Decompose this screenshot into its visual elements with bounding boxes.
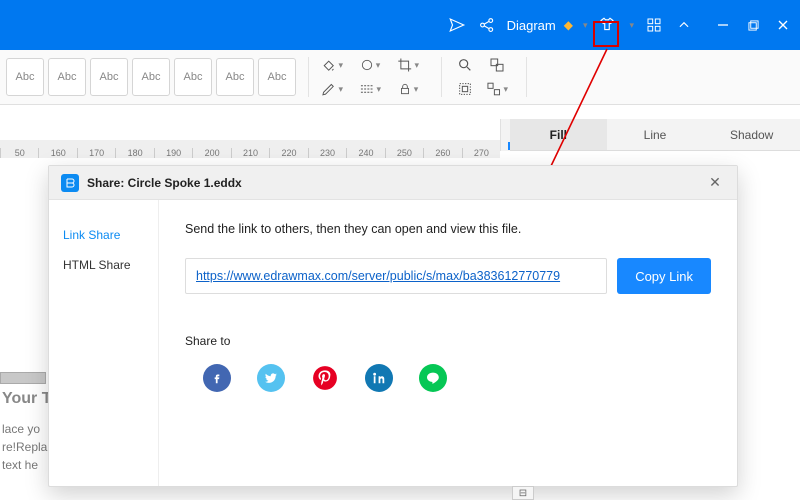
diamond-icon: ◆ bbox=[564, 18, 573, 32]
fill-bucket-icon[interactable]: ▾ bbox=[321, 54, 343, 76]
select-icon[interactable] bbox=[454, 78, 476, 100]
share-dialog: Share: Circle Spoke 1.eddx ✕ Link Share … bbox=[48, 165, 738, 487]
dialog-sidebar: Link Share HTML Share bbox=[49, 200, 159, 486]
pen-icon[interactable]: ▾ bbox=[321, 78, 343, 100]
share-to-label: Share to bbox=[185, 334, 711, 348]
linkedin-icon[interactable] bbox=[365, 364, 393, 392]
ruler: 50 160 170 180 190 200 210 220 230 240 2… bbox=[0, 140, 500, 158]
ruler-tick: 230 bbox=[308, 148, 346, 158]
chevron-down-icon[interactable]: ▾ bbox=[581, 20, 590, 31]
close-dialog-button[interactable]: ✕ bbox=[705, 173, 725, 193]
lock-icon[interactable]: ▾ bbox=[397, 78, 419, 100]
collapse-ribbon-icon[interactable] bbox=[672, 13, 696, 37]
style-preset-button[interactable]: Abc bbox=[132, 58, 170, 96]
share-description: Send the link to others, then they can o… bbox=[185, 222, 711, 236]
share-icon[interactable] bbox=[475, 13, 499, 37]
line-icon[interactable] bbox=[419, 364, 447, 392]
dialog-title: Share: Circle Spoke 1.eddx bbox=[87, 176, 242, 190]
sidebar-item-linkshare[interactable]: Link Share bbox=[49, 220, 158, 250]
bottom-tool-icon[interactable]: ⊟ bbox=[512, 486, 534, 500]
format-tools-group: ▾ ▾ ▾ ▾ ▾ ▾ bbox=[321, 54, 429, 100]
ruler-tick: 220 bbox=[269, 148, 307, 158]
social-row bbox=[185, 364, 711, 392]
link-row: https://www.edrawmax.com/server/public/s… bbox=[185, 258, 711, 294]
ruler-tick: 250 bbox=[385, 148, 423, 158]
style-preset-button[interactable]: Abc bbox=[216, 58, 254, 96]
replace-icon[interactable] bbox=[486, 54, 508, 76]
send-icon[interactable] bbox=[445, 13, 469, 37]
style-preset-button[interactable]: Abc bbox=[6, 58, 44, 96]
share-url-field[interactable]: https://www.edrawmax.com/server/public/s… bbox=[185, 258, 607, 294]
titlebar: Diagram ◆ ▾ ▾ bbox=[0, 0, 800, 50]
ruler-tick: 190 bbox=[154, 148, 192, 158]
style-preset-button[interactable]: Abc bbox=[258, 58, 296, 96]
maximize-button[interactable] bbox=[746, 18, 760, 32]
tshirt-icon[interactable] bbox=[595, 13, 619, 37]
ruler-tick: 260 bbox=[423, 148, 461, 158]
ruler-tick: 170 bbox=[77, 148, 115, 158]
dialog-body: Link Share HTML Share Send the link to o… bbox=[49, 200, 737, 486]
ribbon: Abc Abc Abc Abc Abc Abc Abc ▾ ▾ ▾ ▾ ▾ ▾ … bbox=[0, 50, 800, 105]
ruler-tick: 240 bbox=[346, 148, 384, 158]
minimize-button[interactable] bbox=[716, 18, 730, 32]
separator bbox=[308, 57, 309, 97]
close-button[interactable] bbox=[776, 18, 790, 32]
chevron-down-icon[interactable]: ▾ bbox=[627, 20, 636, 31]
tab-shadow[interactable]: Shadow bbox=[703, 119, 800, 151]
style-preset-button[interactable]: Abc bbox=[90, 58, 128, 96]
tab-line[interactable]: Line bbox=[607, 119, 704, 151]
style-preset-button[interactable]: Abc bbox=[48, 58, 86, 96]
dialog-main: Send the link to others, then they can o… bbox=[159, 200, 737, 486]
facebook-icon[interactable] bbox=[203, 364, 231, 392]
properties-tabs: Fill Line Shadow bbox=[510, 119, 800, 151]
app-logo-icon bbox=[61, 174, 79, 192]
ruler-tick: 50 bbox=[0, 148, 38, 158]
dialog-header: Share: Circle Spoke 1.eddx ✕ bbox=[49, 166, 737, 200]
twitter-icon[interactable] bbox=[257, 364, 285, 392]
ruler-tick: 270 bbox=[462, 148, 500, 158]
ruler-tick: 160 bbox=[38, 148, 76, 158]
separator bbox=[441, 57, 442, 97]
copy-link-button[interactable]: Copy Link bbox=[617, 258, 711, 294]
linestyle-icon[interactable]: ▾ bbox=[359, 78, 381, 100]
separator bbox=[526, 57, 527, 97]
pinterest-icon[interactable] bbox=[311, 364, 339, 392]
tab-fill[interactable]: Fill bbox=[510, 119, 607, 151]
search-icon[interactable] bbox=[454, 54, 476, 76]
canvas-shape bbox=[0, 372, 46, 384]
shape-icon[interactable]: ▾ bbox=[359, 54, 381, 76]
apps-icon[interactable] bbox=[642, 13, 666, 37]
diagram-label[interactable]: Diagram bbox=[505, 18, 558, 33]
ruler-tick: 210 bbox=[231, 148, 269, 158]
crop-icon[interactable]: ▾ bbox=[397, 54, 419, 76]
ruler-tick: 200 bbox=[192, 148, 230, 158]
ruler-tick: 180 bbox=[115, 148, 153, 158]
sidebar-item-htmlshare[interactable]: HTML Share bbox=[49, 250, 158, 280]
window-controls bbox=[716, 18, 790, 32]
group-icon[interactable]: ▾ bbox=[486, 78, 508, 100]
style-preset-button[interactable]: Abc bbox=[174, 58, 212, 96]
